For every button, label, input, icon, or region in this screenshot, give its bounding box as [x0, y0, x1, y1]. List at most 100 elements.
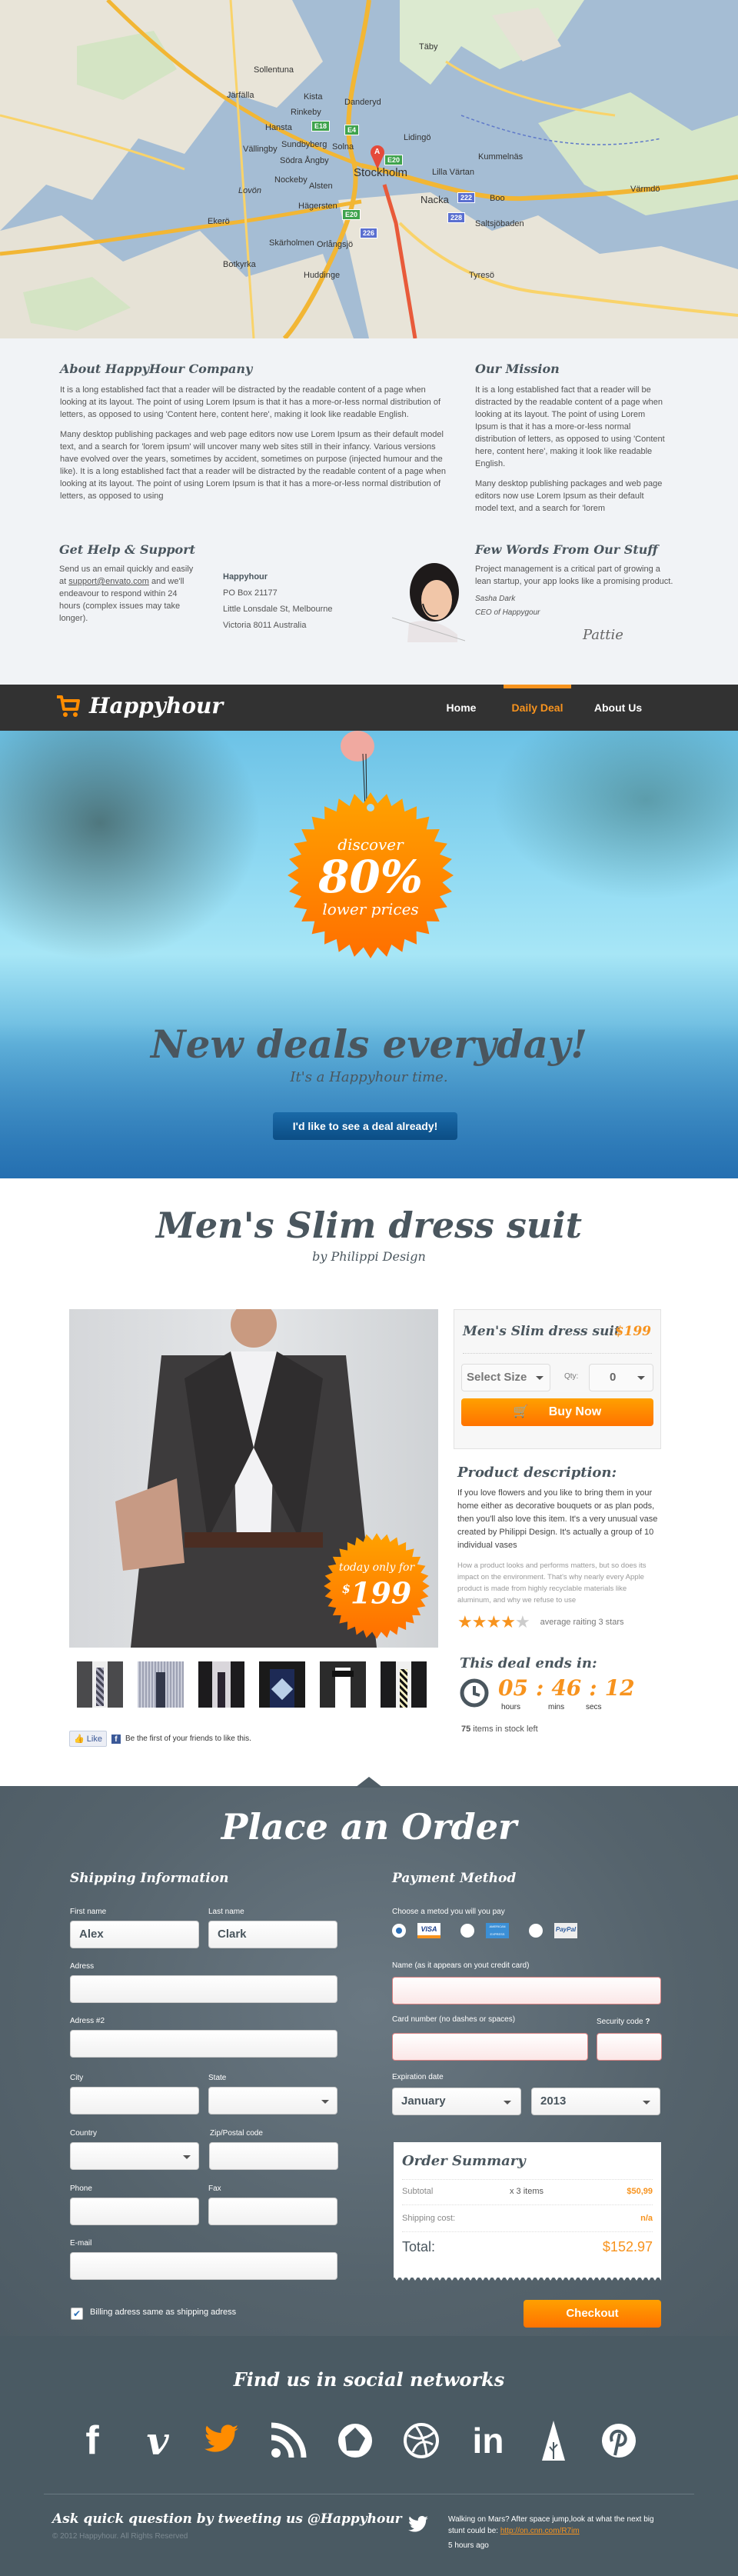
thumbs-up-icon: 👍 [74, 1735, 85, 1744]
state-select[interactable] [208, 2087, 337, 2114]
rating-label: average raiting 3 stars [540, 1618, 624, 1627]
linkedin-icon[interactable]: in [465, 2419, 511, 2462]
brand-name: Happyhour [89, 692, 224, 718]
thumbnail[interactable] [77, 1661, 123, 1708]
map-marker-icon[interactable]: A [374, 148, 380, 156]
total-row: Total: $152.97 [402, 2239, 653, 2254]
map-label: Botkyrka [223, 260, 256, 269]
map-label: Hansta [265, 123, 292, 132]
star-icon: ★ [514, 1612, 530, 1631]
billing-same-checkbox[interactable]: ✔ [71, 2308, 83, 2320]
last-name-input[interactable]: Clark [208, 1921, 337, 1948]
star-icon: ★ [471, 1612, 487, 1631]
qty-select[interactable]: 0 [589, 1364, 653, 1391]
security-code-input[interactable] [597, 2033, 662, 2061]
card-number-label: Card number (no dashes or spaces) [392, 2015, 516, 2024]
thumbnail[interactable] [138, 1661, 184, 1708]
product-description: Product description: If you love flowers… [457, 1465, 659, 1632]
vimeo-icon[interactable]: v [135, 2418, 181, 2464]
dribbble-icon[interactable] [398, 2419, 444, 2462]
facebook-icon[interactable]: f [69, 2418, 115, 2463]
location-map[interactable]: Täby Sollentuna Järfälla Kista Danderyd … [0, 0, 738, 338]
address-input[interactable] [70, 1975, 337, 2003]
zip-input[interactable] [209, 2142, 338, 2170]
staff-role: CEO of Happygour [475, 608, 540, 617]
billing-same-label: Billing adress same as shipping adress [90, 2308, 237, 2317]
amex-icon: AMERICAN EXPRESS [486, 1923, 509, 1938]
chevron-down-icon [637, 1376, 645, 1380]
card-name-label: Name (as it appears on yout credit card) [392, 1961, 530, 1970]
thumbnail[interactable] [381, 1661, 427, 1708]
buy-box: Men's Slim dress suit $199 Select Size Q… [454, 1309, 661, 1449]
expiration-year-select[interactable]: 2013 [531, 2088, 660, 2115]
hero-headline: New deals everyday! [150, 1021, 588, 1067]
map-label: Kummelnäs [478, 152, 524, 162]
pinterest-icon[interactable] [596, 2419, 642, 2462]
email-label: E-mail [70, 2239, 92, 2248]
rss-icon[interactable] [265, 2419, 311, 2462]
description-note: How a product looks and performs matters… [457, 1561, 647, 1605]
thumbnail[interactable] [259, 1661, 305, 1708]
social-title: Find us in social networks [233, 2368, 505, 2391]
visa-icon: VISA [417, 1923, 440, 1938]
help-icon[interactable]: ? [645, 2018, 650, 2026]
map-marker-place: Stockholm [354, 166, 408, 179]
like-button[interactable]: 👍 Like [69, 1731, 107, 1747]
nav-about-us[interactable]: About Us [584, 685, 652, 731]
badge-value: 80% [318, 851, 423, 903]
map-label: Nacka [421, 194, 449, 205]
see-deal-button[interactable]: I'd like to see a deal already! [273, 1112, 457, 1140]
first-name-input[interactable]: Alex [70, 1921, 199, 1948]
radio-amex[interactable] [460, 1924, 474, 1938]
phone-input[interactable] [70, 2198, 199, 2225]
support-email-link[interactable]: support@envato.com [68, 577, 149, 586]
size-select[interactable]: Select Size [461, 1364, 550, 1391]
thumbnail[interactable] [198, 1661, 244, 1708]
buy-now-button[interactable]: 🛒 Buy Now [461, 1398, 653, 1426]
tweet-link[interactable]: http://on.cnn.com/R7im [500, 2527, 580, 2535]
staff-name: Sasha Dark [475, 595, 516, 603]
mission-paragraph: Many desktop publishing packages and web… [475, 479, 663, 513]
star-icon: ★ [457, 1612, 473, 1631]
twitter-icon[interactable] [198, 2419, 244, 2462]
map-label: Rinkeby [291, 108, 321, 117]
fax-label: Fax [208, 2184, 221, 2193]
city-input[interactable] [70, 2087, 199, 2114]
nav-home[interactable]: Home [434, 685, 488, 731]
country-select[interactable] [70, 2142, 199, 2170]
shipping-row: Shipping cost: n/a [402, 2214, 653, 2223]
product-main-image[interactable]: today only for $199 [69, 1309, 438, 1648]
clock-icon [460, 1678, 489, 1708]
map-label: Saltsjöbaden [475, 219, 524, 228]
map-label: Lidingö [404, 133, 431, 142]
nav-daily-deal[interactable]: Daily Deal [504, 685, 571, 731]
forrst-icon[interactable] [530, 2419, 577, 2462]
expiration-month-select[interactable]: January [392, 2088, 521, 2115]
staff-quote: Project management is a critical part of… [475, 565, 673, 586]
mins-value: 46 [551, 1675, 582, 1701]
radio-paypal[interactable] [529, 1924, 543, 1938]
brand-logo[interactable]: Happyhour [55, 692, 223, 718]
payment-methods: VISA AMERICAN EXPRESS PayPal [392, 1923, 577, 1938]
paypal-icon: PayPal [554, 1923, 577, 1938]
map-label: Lilla Värtan [432, 168, 475, 177]
about-title: About HappyHour Company [60, 362, 253, 376]
fax-input[interactable] [208, 2198, 337, 2225]
shipping-title: Shipping Information [70, 1871, 229, 1886]
picasa-icon[interactable] [332, 2419, 378, 2462]
thumbnail[interactable] [320, 1661, 366, 1708]
card-name-input[interactable] [392, 1977, 661, 2004]
email-input[interactable] [70, 2252, 337, 2280]
checkout-button[interactable]: Checkout [524, 2300, 661, 2328]
map-label: Alsten [309, 182, 333, 191]
company-name: Happyhour [223, 572, 268, 582]
phone-label: Phone [70, 2184, 92, 2193]
cart-icon: 🛒 [513, 1405, 529, 1418]
stock-info: 75 items in stock left [461, 1725, 538, 1734]
radio-visa[interactable] [392, 1924, 406, 1938]
card-number-input[interactable] [392, 2033, 588, 2061]
rating: ★★★★★ average raiting 3 stars [457, 1612, 659, 1632]
staff-photo [391, 563, 466, 642]
map-label: Södra Ångby [280, 156, 329, 165]
address2-input[interactable] [70, 2030, 337, 2058]
